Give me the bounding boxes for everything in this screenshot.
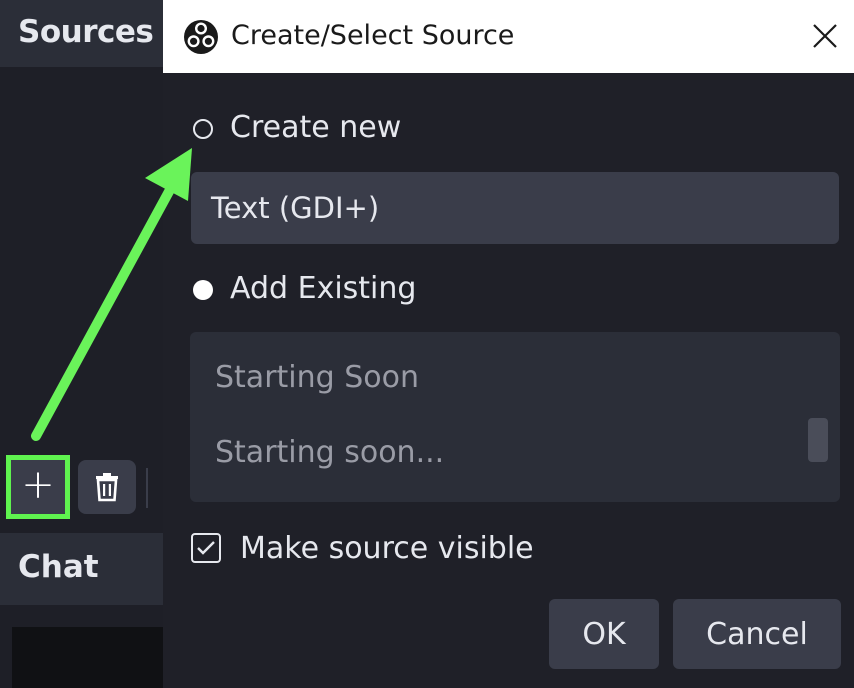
list-item[interactable]: Starting soon... <box>215 435 444 470</box>
sources-dock-header: Sources <box>0 0 163 67</box>
create-new-label[interactable]: Create new <box>230 110 401 145</box>
list-scrollbar[interactable] <box>808 418 828 462</box>
sources-list[interactable] <box>0 67 163 447</box>
dialog-titlebar[interactable]: Create/Select Source <box>163 0 854 73</box>
background-app-panel: Sources + Chat <box>0 0 163 688</box>
make-visible-label[interactable]: Make source visible <box>240 531 534 566</box>
trash-icon <box>96 473 118 502</box>
plus-icon: + <box>21 462 55 508</box>
create-new-radio[interactable] <box>193 119 213 139</box>
dialog-title: Create/Select Source <box>231 20 515 51</box>
toolbar-divider <box>146 468 148 508</box>
ok-button[interactable]: OK <box>549 599 659 669</box>
existing-sources-list[interactable]: Starting Soon Starting soon... <box>190 332 840 502</box>
add-existing-label[interactable]: Add Existing <box>230 271 416 306</box>
source-name-value: Text (GDI+) <box>211 191 380 225</box>
remove-source-button[interactable] <box>78 460 136 514</box>
close-button[interactable] <box>803 16 847 56</box>
add-source-button[interactable]: + <box>6 455 70 519</box>
create-select-source-dialog: Create/Select Source Create new Text (GD… <box>163 0 854 688</box>
list-item[interactable]: Starting Soon <box>215 360 419 395</box>
chat-dock-title: Chat <box>18 549 99 585</box>
close-icon <box>813 24 837 48</box>
cancel-button[interactable]: Cancel <box>673 599 841 669</box>
obs-logo-icon <box>184 20 218 54</box>
chat-area[interactable] <box>12 627 163 688</box>
make-visible-checkbox[interactable] <box>191 533 221 563</box>
sources-dock-title: Sources <box>18 14 154 50</box>
source-name-input[interactable]: Text (GDI+) <box>191 172 839 244</box>
add-existing-radio[interactable] <box>193 280 213 300</box>
checkmark-icon <box>197 541 215 555</box>
